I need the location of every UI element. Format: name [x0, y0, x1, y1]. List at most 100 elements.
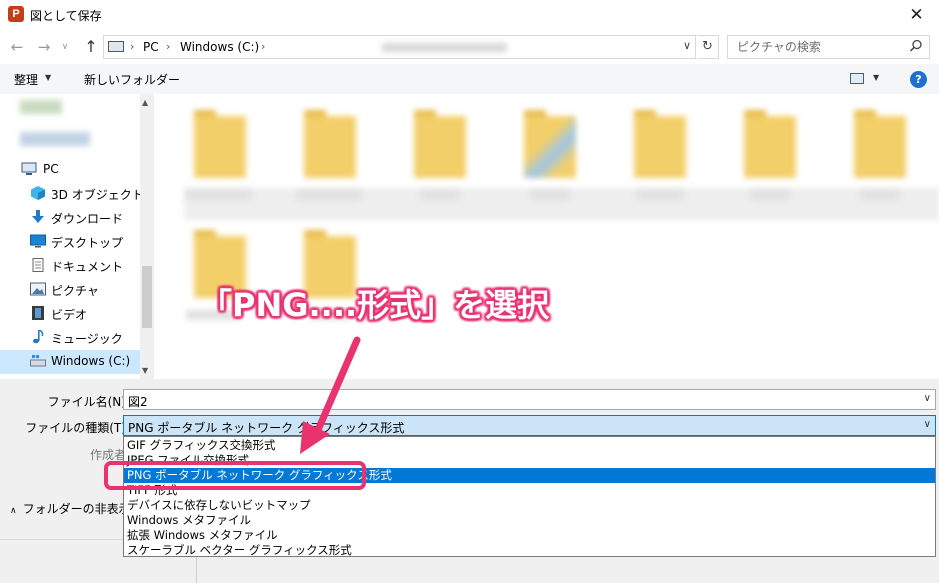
music-note-icon — [33, 330, 44, 344]
breadcrumb-separator-icon: › — [166, 40, 171, 53]
nav-item-label: デスクトップ — [51, 236, 124, 250]
refresh-button[interactable]: ↻ — [697, 35, 719, 59]
blurred-nav-item — [20, 132, 90, 146]
search-box[interactable] — [727, 35, 930, 59]
chevron-down-icon: ∨ — [61, 42, 69, 52]
dropdown-option-svg[interactable]: スケーラブル ベクター グラフィックス形式 — [124, 543, 935, 558]
filetype-label: ファイルの種類(T): — [25, 421, 130, 435]
close-button[interactable]: ✕ — [894, 0, 939, 30]
caret-down-icon[interactable]: ▼ — [873, 73, 879, 82]
nav-item-music[interactable]: ミュージック — [0, 326, 140, 350]
chevron-down-icon[interactable]: ∨ — [683, 39, 691, 52]
desktop-icon — [30, 234, 46, 248]
pc-icon — [21, 162, 37, 175]
nav-item-videos[interactable]: ビデオ — [0, 302, 140, 326]
search-input[interactable] — [728, 36, 908, 58]
close-icon: ✕ — [909, 5, 924, 25]
title-bar: P 図として保存 ✕ — [0, 0, 939, 30]
new-folder-button[interactable]: 新しいフォルダー — [84, 71, 180, 88]
nav-item-label: 3D オブジェクト — [51, 188, 144, 202]
dropdown-option-bmp[interactable]: デバイスに依存しないビットマップ — [124, 498, 935, 513]
dropdown-option-jpeg[interactable]: JPEG ファイル交換形式 — [124, 453, 935, 468]
dropdown-option-png[interactable]: PNG ポータブル ネットワーク グラフィックス形式 — [124, 468, 935, 483]
folder-icon[interactable] — [736, 104, 808, 204]
organize-button[interactable]: 整理 — [14, 71, 38, 88]
divider — [0, 539, 124, 540]
file-list — [154, 94, 939, 379]
blurred-path — [382, 43, 507, 52]
nav-item-label: ミュージック — [51, 332, 123, 346]
scroll-up-icon[interactable]: ▲ — [142, 98, 148, 107]
dropdown-option-emf[interactable]: 拡張 Windows メタファイル — [124, 528, 935, 543]
window-title: 図として保存 — [30, 9, 102, 23]
folder-icon[interactable] — [846, 104, 918, 204]
nav-item-windows-c[interactable]: Windows (C:) — [0, 350, 140, 374]
hide-folders-label: フォルダーの非表示 — [22, 502, 131, 516]
arrow-left-icon: ← — [10, 38, 24, 56]
refresh-icon: ↻ — [702, 39, 713, 54]
folder-icon[interactable] — [186, 104, 258, 204]
breadcrumb-drive[interactable]: Windows (C:) — [180, 40, 259, 54]
filetype-select[interactable]: PNG ポータブル ネットワーク グラフィックス形式 ∨ — [123, 415, 936, 436]
dropdown-option-wmf[interactable]: Windows メタファイル — [124, 513, 935, 528]
nav-item-label: ピクチャ — [51, 284, 99, 298]
address-bar[interactable]: › PC › Windows (C:) › ∨ — [103, 35, 696, 59]
nav-item-label: ダウンロード — [51, 212, 124, 226]
hide-folders-button[interactable]: ∧ フォルダーの非表示 — [10, 500, 131, 517]
scrollbar-thumb[interactable] — [142, 266, 152, 328]
nav-item-label: PC — [43, 162, 59, 176]
arrow-right-icon: → — [37, 38, 51, 56]
navigation-pane: PC 3D オブジェクト ダウンロード デスクトップ ドキュメント ピクチャ ビ… — [0, 94, 154, 379]
command-bar: 整理 ▼ 新しいフォルダー ▼ ? — [0, 64, 939, 94]
film-icon — [32, 306, 44, 320]
folder-icon[interactable] — [626, 104, 698, 204]
filename-field[interactable]: 図2 ∨ — [123, 389, 936, 410]
filename-value[interactable]: 図2 — [128, 393, 148, 410]
folder-icon[interactable] — [406, 104, 478, 204]
filename-label: ファイル名(N): — [47, 395, 130, 409]
dropdown-option-tiff[interactable]: TIFF 形式 — [124, 483, 935, 498]
scroll-down-icon[interactable]: ▼ — [142, 366, 148, 375]
arrow-up-icon: ↑ — [84, 37, 98, 56]
nav-item-pictures[interactable]: ピクチャ — [0, 278, 140, 302]
cube-icon — [31, 186, 45, 200]
breadcrumb-separator-icon: › — [130, 40, 135, 53]
picture-icon — [30, 282, 46, 296]
pc-icon — [108, 41, 124, 52]
chevron-down-icon[interactable]: ∨ — [924, 419, 931, 430]
nav-item-pc[interactable]: PC — [0, 158, 140, 182]
document-icon — [32, 258, 44, 272]
dropdown-option-gif[interactable]: GIF グラフィックス交換形式 — [124, 438, 935, 453]
caret-down-icon[interactable]: ▼ — [45, 73, 51, 82]
nav-item-3d-objects[interactable]: 3D オブジェクト — [0, 182, 144, 206]
annotation-callout: 「PNG....形式」を選択 — [200, 286, 550, 324]
folder-icon[interactable] — [296, 104, 368, 204]
nav-item-documents[interactable]: ドキュメント — [0, 254, 140, 278]
nav-item-desktop[interactable]: デスクトップ — [0, 230, 140, 254]
download-arrow-icon — [32, 210, 44, 223]
filetype-dropdown-list[interactable]: GIF グラフィックス交換形式 JPEG ファイル交換形式 PNG ポータブル … — [123, 436, 936, 557]
drive-icon — [30, 355, 46, 367]
folder-icon[interactable] — [516, 104, 588, 204]
nav-item-label: ドキュメント — [51, 260, 124, 274]
blurred-nav-item — [20, 100, 62, 114]
filetype-value: PNG ポータブル ネットワーク グラフィックス形式 — [128, 421, 405, 435]
divider — [196, 557, 197, 583]
address-row: ← → ∨ ↑ › PC › Windows (C:) › ∨ ↻ — [0, 30, 939, 64]
back-button[interactable]: ← — [6, 36, 28, 58]
forward-button[interactable]: → — [33, 36, 55, 58]
nav-scrollbar[interactable]: ▲ ▼ — [140, 94, 154, 379]
powerpoint-app-icon: P — [8, 6, 24, 22]
nav-item-label: ビデオ — [51, 308, 88, 322]
search-icon — [909, 39, 922, 52]
help-icon[interactable]: ? — [910, 71, 927, 88]
breadcrumb-pc[interactable]: PC — [143, 40, 159, 54]
recent-locations-button[interactable]: ∨ — [58, 36, 72, 58]
chevron-down-icon[interactable]: ∨ — [924, 393, 931, 404]
nav-item-label: Windows (C:) — [51, 354, 131, 368]
up-button[interactable]: ↑ — [80, 36, 102, 58]
chevron-up-icon: ∧ — [10, 506, 17, 516]
view-options-icon[interactable] — [850, 73, 864, 84]
breadcrumb-separator-icon: › — [261, 40, 266, 53]
nav-item-downloads[interactable]: ダウンロード — [0, 206, 140, 230]
